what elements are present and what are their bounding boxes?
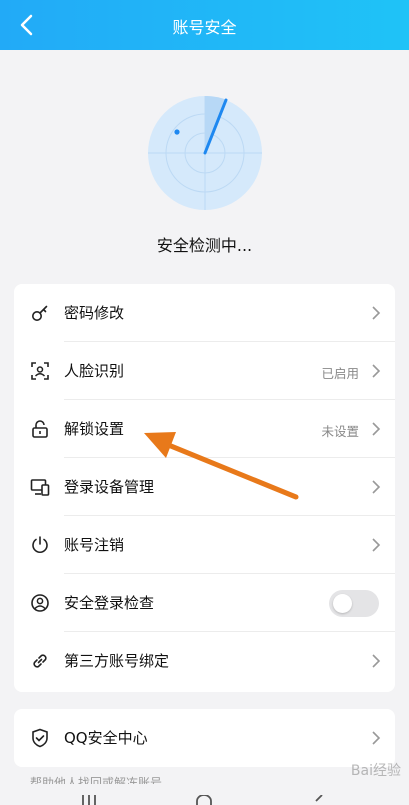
key-icon bbox=[32, 305, 48, 321]
safe-login-toggle[interactable] bbox=[329, 590, 379, 617]
menu-item-login-devices[interactable]: 登录设备管理 bbox=[14, 458, 395, 516]
menu-item-password[interactable]: 密码修改 bbox=[14, 284, 395, 342]
unlock-icon bbox=[32, 420, 48, 438]
menu-item-label: 账号注销 bbox=[64, 536, 125, 554]
chevron-right-icon bbox=[372, 731, 381, 745]
header-bar: 账号安全 bbox=[0, 0, 409, 50]
device-icon bbox=[30, 479, 50, 496]
scan-status-text: 安全检测中... bbox=[156, 236, 253, 255]
face-scan-icon bbox=[31, 362, 49, 380]
power-icon bbox=[32, 536, 48, 553]
chevron-right-icon bbox=[372, 654, 381, 668]
help-link-text[interactable]: 帮助他人找回或解冻账号 bbox=[30, 774, 162, 784]
menu-item-face-recognition[interactable]: 人脸识别 已启用 bbox=[14, 342, 395, 400]
menu-item-label: 第三方账号绑定 bbox=[64, 652, 170, 670]
menu-item-label: 登录设备管理 bbox=[64, 478, 155, 496]
chevron-right-icon bbox=[372, 422, 381, 436]
menu-item-label: 解锁设置 bbox=[64, 420, 125, 438]
recent-apps-icon[interactable] bbox=[80, 795, 98, 805]
security-menu-card: 密码修改 人脸识别 已启用 解锁设置 未设置 登录设备管理 账号注销 安全登录检… bbox=[14, 284, 395, 692]
menu-item-qq-security-center[interactable]: QQ安全中心 bbox=[14, 709, 395, 767]
home-icon[interactable] bbox=[195, 795, 213, 805]
menu-item-value: 未设置 bbox=[321, 424, 359, 439]
page-title: 账号安全 bbox=[172, 18, 237, 37]
qq-security-card: QQ安全中心 bbox=[14, 709, 395, 767]
menu-item-account-cancel[interactable]: 账号注销 bbox=[14, 516, 395, 574]
system-nav-bar bbox=[0, 787, 409, 805]
chevron-right-icon bbox=[372, 538, 381, 552]
menu-item-label: 安全登录检查 bbox=[64, 594, 155, 612]
menu-item-value: 已启用 bbox=[321, 366, 359, 381]
shield-icon bbox=[32, 728, 48, 748]
chevron-right-icon bbox=[372, 364, 381, 378]
chevron-right-icon bbox=[372, 480, 381, 494]
watermark-logo: Bai经验 bbox=[350, 763, 401, 779]
menu-item-label: QQ安全中心 bbox=[64, 729, 148, 747]
link-icon bbox=[33, 654, 47, 668]
menu-item-unlock-settings[interactable]: 解锁设置 未设置 bbox=[14, 400, 395, 458]
security-scan-radar bbox=[148, 96, 262, 210]
menu-item-safe-login-check: 安全登录检查 bbox=[14, 574, 395, 632]
menu-item-third-party-binding[interactable]: 第三方账号绑定 bbox=[14, 632, 395, 690]
menu-item-label: 密码修改 bbox=[64, 304, 125, 322]
chevron-right-icon bbox=[372, 306, 381, 320]
user-circle-icon bbox=[31, 594, 49, 612]
nav-back-icon[interactable] bbox=[313, 795, 325, 805]
toggle-knob bbox=[333, 594, 352, 613]
menu-item-label: 人脸识别 bbox=[64, 362, 125, 380]
